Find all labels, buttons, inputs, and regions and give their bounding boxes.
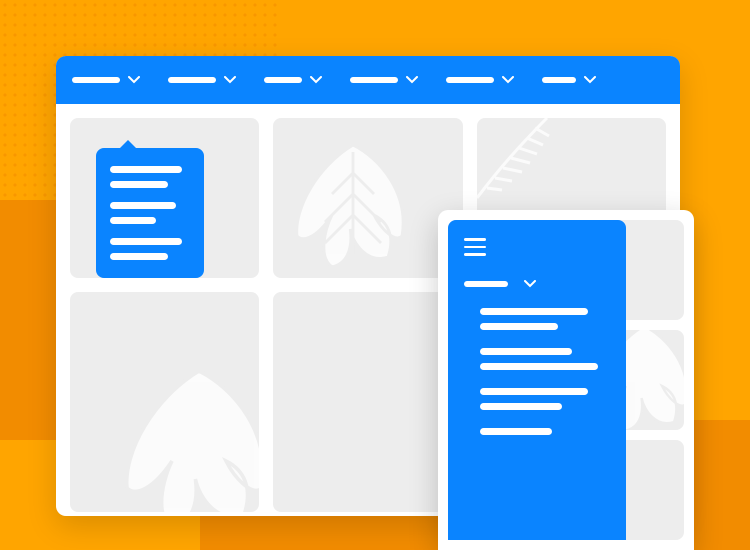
nav-item[interactable] — [264, 76, 322, 84]
dropdown-item[interactable] — [110, 166, 190, 188]
desktop-navbar — [56, 56, 680, 104]
chevron-down-icon — [224, 76, 236, 84]
nav-item[interactable] — [350, 76, 418, 84]
chevron-down-icon — [310, 76, 322, 84]
chevron-down-icon — [406, 76, 418, 84]
mobile-window — [438, 210, 694, 550]
mobile-submenu — [464, 308, 610, 435]
nav-label-placeholder — [264, 77, 302, 83]
dropdown-item[interactable] — [110, 202, 190, 224]
nav-label-placeholder — [464, 281, 508, 287]
leaf-icon — [109, 362, 259, 512]
nav-item[interactable] — [168, 76, 236, 84]
nav-label-placeholder — [542, 77, 576, 83]
text-placeholder — [480, 348, 572, 355]
dropdown-item[interactable] — [110, 238, 190, 260]
text-placeholder — [110, 202, 176, 209]
nav-label-placeholder — [446, 77, 494, 83]
content-card[interactable] — [273, 292, 462, 512]
text-placeholder — [480, 323, 558, 330]
content-card[interactable] — [273, 118, 462, 278]
hamburger-icon[interactable] — [464, 238, 486, 256]
desktop-dropdown-menu — [96, 148, 204, 278]
nav-item[interactable] — [446, 76, 514, 84]
mobile-submenu-item[interactable] — [480, 428, 610, 435]
text-placeholder — [480, 428, 552, 435]
content-card[interactable] — [70, 292, 259, 512]
nav-label-placeholder — [350, 77, 398, 83]
text-placeholder — [480, 403, 562, 410]
mobile-nav-item[interactable] — [464, 280, 610, 288]
chevron-down-icon — [524, 280, 536, 288]
fern-icon — [477, 118, 567, 208]
chevron-down-icon — [502, 76, 514, 84]
mobile-menu-panel — [448, 220, 626, 540]
nav-item[interactable] — [542, 76, 596, 84]
text-placeholder — [110, 238, 182, 245]
text-placeholder — [480, 388, 588, 395]
chevron-down-icon — [128, 76, 140, 84]
mobile-submenu-item[interactable] — [480, 308, 610, 330]
text-placeholder — [480, 363, 598, 370]
leaf-icon — [283, 138, 423, 278]
text-placeholder — [110, 217, 156, 224]
text-placeholder — [110, 166, 182, 173]
nav-label-placeholder — [72, 77, 120, 83]
nav-label-placeholder — [168, 77, 216, 83]
nav-item[interactable] — [72, 76, 140, 84]
text-placeholder — [110, 253, 168, 260]
text-placeholder — [480, 308, 588, 315]
text-placeholder — [110, 181, 168, 188]
mobile-submenu-item[interactable] — [480, 388, 610, 410]
mobile-submenu-item[interactable] — [480, 348, 610, 370]
chevron-down-icon — [584, 76, 596, 84]
